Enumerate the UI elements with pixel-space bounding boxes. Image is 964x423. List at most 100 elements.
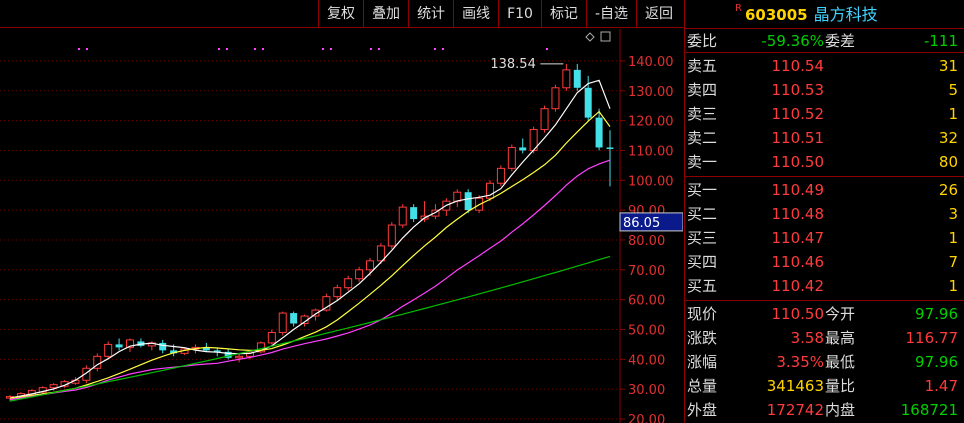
stock-code: 603005 [744, 6, 808, 24]
remove-watchlist-button[interactable]: -自选 [585, 0, 636, 28]
draw-line-button[interactable]: 画线 [453, 0, 498, 28]
quote-row: 现价 110.50 今开 97.96 [685, 302, 964, 326]
buy-row: 买五 110.42 1 [685, 274, 964, 298]
buy-label: 买一 [687, 181, 718, 199]
total-volume: 341463 [766, 377, 824, 395]
mark-button[interactable]: 标记 [540, 0, 586, 28]
y-tick-label: 120.00 [628, 115, 674, 130]
buy-volume: 1 [948, 277, 958, 295]
buy-volume: 3 [948, 205, 958, 223]
buy-price: 110.46 [771, 253, 825, 271]
candle-body [519, 147, 527, 151]
sell-price: 110.52 [771, 105, 825, 123]
candle-body [551, 87, 560, 110]
restore-rights-button[interactable]: 复权 [318, 0, 363, 28]
buy-row: 买四 110.46 7 [685, 250, 964, 274]
buy-row: 买一 110.49 26 [685, 178, 964, 202]
diamond-icon [585, 32, 595, 42]
candle-body [410, 207, 418, 220]
y-tick-label: 100.00 [628, 174, 674, 189]
sell-price: 110.50 [771, 153, 825, 171]
sell-label: 卖四 [687, 81, 718, 99]
candle-body [464, 192, 472, 211]
buy-row: 买三 110.47 1 [685, 226, 964, 250]
ma10-line [9, 110, 611, 399]
buy-price: 110.48 [771, 205, 825, 223]
event-marker-dot [322, 48, 324, 50]
buy-price: 110.42 [771, 277, 825, 295]
candle-body [573, 69, 581, 88]
y-tick-label: 60.00 [628, 294, 665, 309]
quote-label: 量比 [825, 377, 856, 395]
buy-label: 买二 [687, 205, 718, 223]
order-ratio-value: -59.36% [761, 32, 824, 50]
event-marker-dot [78, 48, 80, 50]
sell-row: 卖三 110.52 1 [685, 102, 964, 126]
sell-volume: 5 [948, 81, 958, 99]
y-tick-label: 130.00 [628, 85, 674, 100]
back-button[interactable]: 返回 [636, 0, 681, 28]
sell-row: 卖二 110.51 32 [685, 126, 964, 150]
candle-body [376, 245, 385, 262]
y-tick-label: 50.00 [628, 323, 665, 338]
quote-panel: R 603005 晶方科技 委比 -59.36% 委差 -111 卖五 110.54 3… [684, 0, 964, 423]
statistics-button[interactable]: 统计 [408, 0, 453, 28]
quote-row: 外盘 172742 内盘 168721 [685, 398, 964, 422]
event-marker-dot [218, 48, 220, 50]
sell-label: 卖五 [687, 57, 718, 75]
candle-body [496, 167, 505, 184]
toolbar-buttons: 复权 叠加 统计 画线 F10 标记 -自选 返回 [318, 0, 681, 28]
quote-label: 今开 [825, 305, 856, 323]
kline-chart-svg[interactable]: 140.00130.00120.00110.00100.0090.0080.00… [0, 29, 683, 423]
ma5-line [9, 79, 611, 399]
y-tick-label: 110.00 [628, 144, 674, 159]
candle-body [333, 287, 342, 298]
low-price: 97.96 [915, 353, 958, 371]
quote-label: 最低 [825, 353, 856, 371]
order-diff-value: -111 [923, 32, 958, 50]
sell-orders: 卖五 110.54 31 卖四 110.53 5 卖三 110.52 1 卖二 110.51 3… [685, 53, 964, 177]
inner-volume: 168721 [900, 401, 958, 419]
y-tick-label: 80.00 [628, 234, 665, 249]
high-price: 116.77 [905, 329, 959, 347]
volume-ratio: 1.47 [924, 377, 958, 395]
order-ratio-row: 委比 -59.36% 委差 -111 [685, 29, 964, 53]
overlay-button[interactable]: 叠加 [363, 0, 408, 28]
price-change: 3.58 [790, 329, 824, 347]
f10-button[interactable]: F10 [498, 0, 541, 28]
candle-body [267, 331, 276, 344]
quote-row: 涨幅 3.35% 最低 97.96 [685, 350, 964, 374]
event-marker-dot [370, 48, 372, 50]
sell-volume: 80 [938, 153, 958, 171]
buy-row: 买二 110.48 3 [685, 202, 964, 226]
order-diff-label: 委差 [825, 32, 856, 50]
sell-label: 卖三 [687, 105, 718, 123]
sell-label: 卖二 [687, 129, 718, 147]
y-tick-label: 20.00 [628, 413, 665, 423]
candle-body [595, 117, 603, 148]
high-annotation: 138.54 [490, 57, 536, 72]
candle-body [278, 312, 287, 333]
y-tick-label: 140.00 [628, 55, 674, 70]
candle-body [104, 343, 113, 357]
event-marker-dot [262, 48, 264, 50]
sell-volume: 31 [938, 57, 958, 75]
quote-label: 现价 [687, 305, 718, 323]
sell-label: 卖一 [687, 153, 718, 171]
buy-price: 110.47 [771, 229, 825, 247]
candle-body [507, 146, 516, 169]
quote-stats: 现价 110.50 今开 97.96 涨跌 3.58 最高 116.77 涨幅 3.35% 最低… [685, 301, 964, 422]
quote-row: 总量 341463 量比 1.47 [685, 374, 964, 398]
event-marker-dot [330, 48, 332, 50]
candle-body [562, 69, 571, 89]
candle-body [355, 269, 364, 280]
event-marker-dot [86, 48, 88, 50]
kline-chart[interactable]: 140.00 130.00 120.00 110.00 100.00 90.00 80.00… [0, 29, 683, 423]
event-marker-dot [226, 48, 228, 50]
quote-label: 内盘 [825, 401, 856, 419]
candle-body [606, 147, 614, 149]
quote-label: 外盘 [687, 401, 718, 419]
crosshair-price-label: 86.05 [623, 216, 660, 231]
quote-row: 涨跌 3.58 最高 116.77 [685, 326, 964, 350]
candle-body [398, 206, 407, 226]
